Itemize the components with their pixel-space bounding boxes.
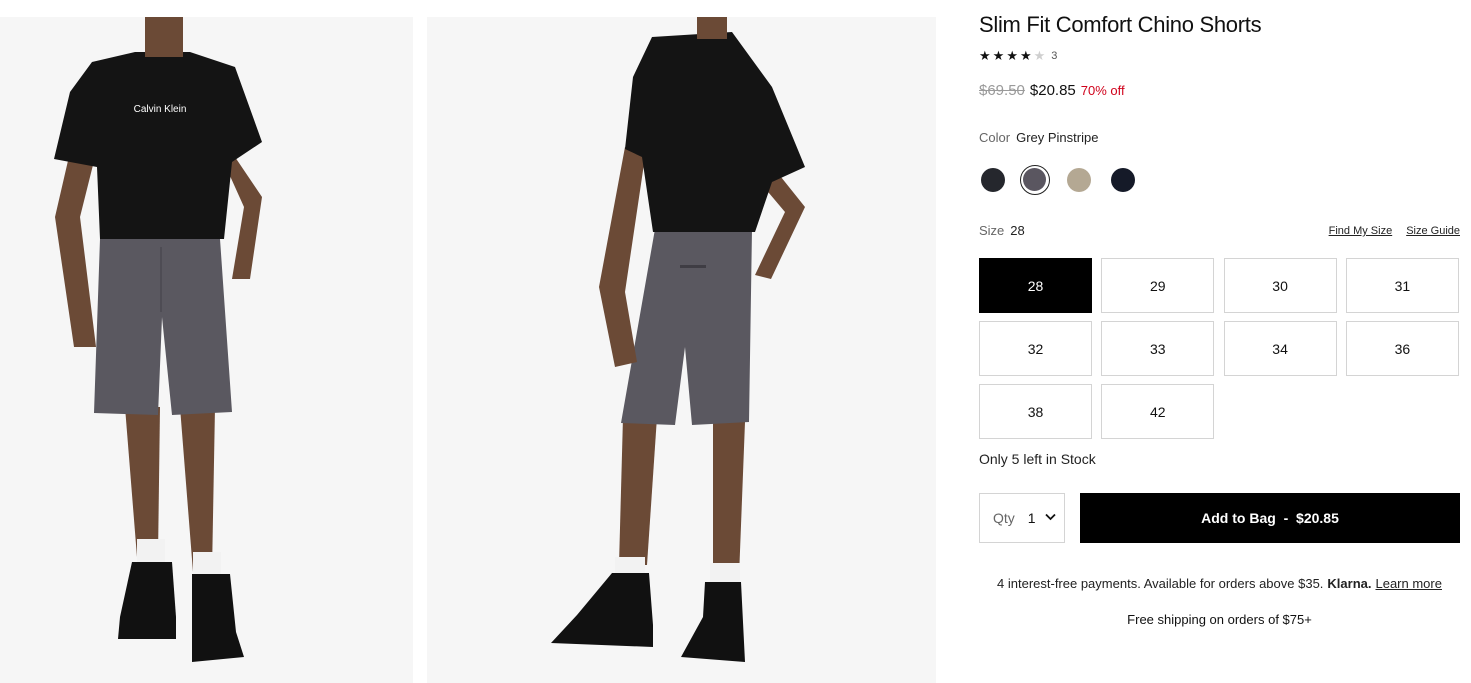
add-to-bag-separator: - [1283,510,1289,526]
size-option-33[interactable]: 33 [1101,321,1215,376]
color-selector-label: Color Grey Pinstripe [979,130,1098,145]
star-icon: ★ [979,48,991,63]
size-option-31[interactable]: 31 [1345,258,1459,313]
color-label: Color [979,130,1011,145]
size-guide-link[interactable]: Size Guide [1406,225,1460,237]
color-selected-value: Grey Pinstripe [1016,130,1099,145]
star-icon: ★ [1033,48,1046,63]
star-icon: ★ [1006,48,1018,63]
add-to-bag-button[interactable]: Add to Bag - $20.85 [1080,493,1460,543]
size-links: Find My Size Size Guide [1315,225,1460,237]
star-icon: ★ [992,48,1005,63]
size-option-42[interactable]: 42 [1101,384,1215,439]
size-selector-label: Size 28 [979,223,1025,238]
quantity-value: 1 [1027,510,1036,526]
rating-stars: ★ ★ ★ ★ ★ [979,47,1047,64]
product-image-front[interactable]: Calvin Klein [0,17,413,683]
quantity-label: Qty [993,510,1015,526]
star-icon: ★ [1019,48,1032,63]
klarna-logo: Klarna. [1327,576,1372,591]
shipping-message: Free shipping on orders of $75+ [1127,612,1312,627]
model-front-illustration: Calvin Klein [54,17,262,662]
chevron-down-icon [1044,512,1056,524]
klarna-learn-more-link[interactable]: Learn more [1375,576,1441,591]
size-option-38[interactable]: 38 [979,384,1092,439]
price-block: $69.50 $20.85 70% off [979,82,1125,99]
original-price: $69.50 [979,82,1025,99]
rating[interactable]: ★ ★ ★ ★ ★ 3 [979,47,1057,64]
size-option-29[interactable]: 29 [1101,258,1215,313]
quantity-select[interactable]: Qty 1 [979,493,1065,543]
sale-price: $20.85 [1029,82,1076,99]
discount-label: 70% off [1080,83,1125,98]
size-option-32[interactable]: 32 [979,321,1092,376]
add-to-bag-price: $20.85 [1296,510,1339,526]
size-label: Size [979,223,1005,238]
size-selected-value: 28 [1010,223,1025,238]
add-to-bag-label: Add to Bag [1201,510,1276,526]
product-title: Slim Fit Comfort Chino Shorts [979,12,1262,37]
shirt-logo-text: Calvin Klein [134,104,187,115]
color-swatch[interactable] [981,168,1005,192]
size-option-28[interactable]: 28 [979,258,1092,313]
size-option-36[interactable]: 36 [1345,321,1459,376]
color-swatch[interactable] [1111,168,1135,192]
stock-message: Only 5 left in Stock [979,451,1096,467]
klarna-text: 4 interest-free payments. Available for … [997,576,1324,591]
klarna-message: 4 interest-free payments. Available for … [979,576,1460,591]
product-image-back[interactable] [427,17,936,683]
model-back-illustration [551,17,805,662]
size-option-30[interactable]: 30 [1223,258,1337,313]
color-swatch[interactable] [1067,168,1091,192]
color-swatch[interactable] [1020,165,1050,195]
find-my-size-link[interactable]: Find My Size [1329,225,1393,237]
size-option-34[interactable]: 34 [1223,321,1337,376]
review-count[interactable]: 3 [1051,50,1057,62]
